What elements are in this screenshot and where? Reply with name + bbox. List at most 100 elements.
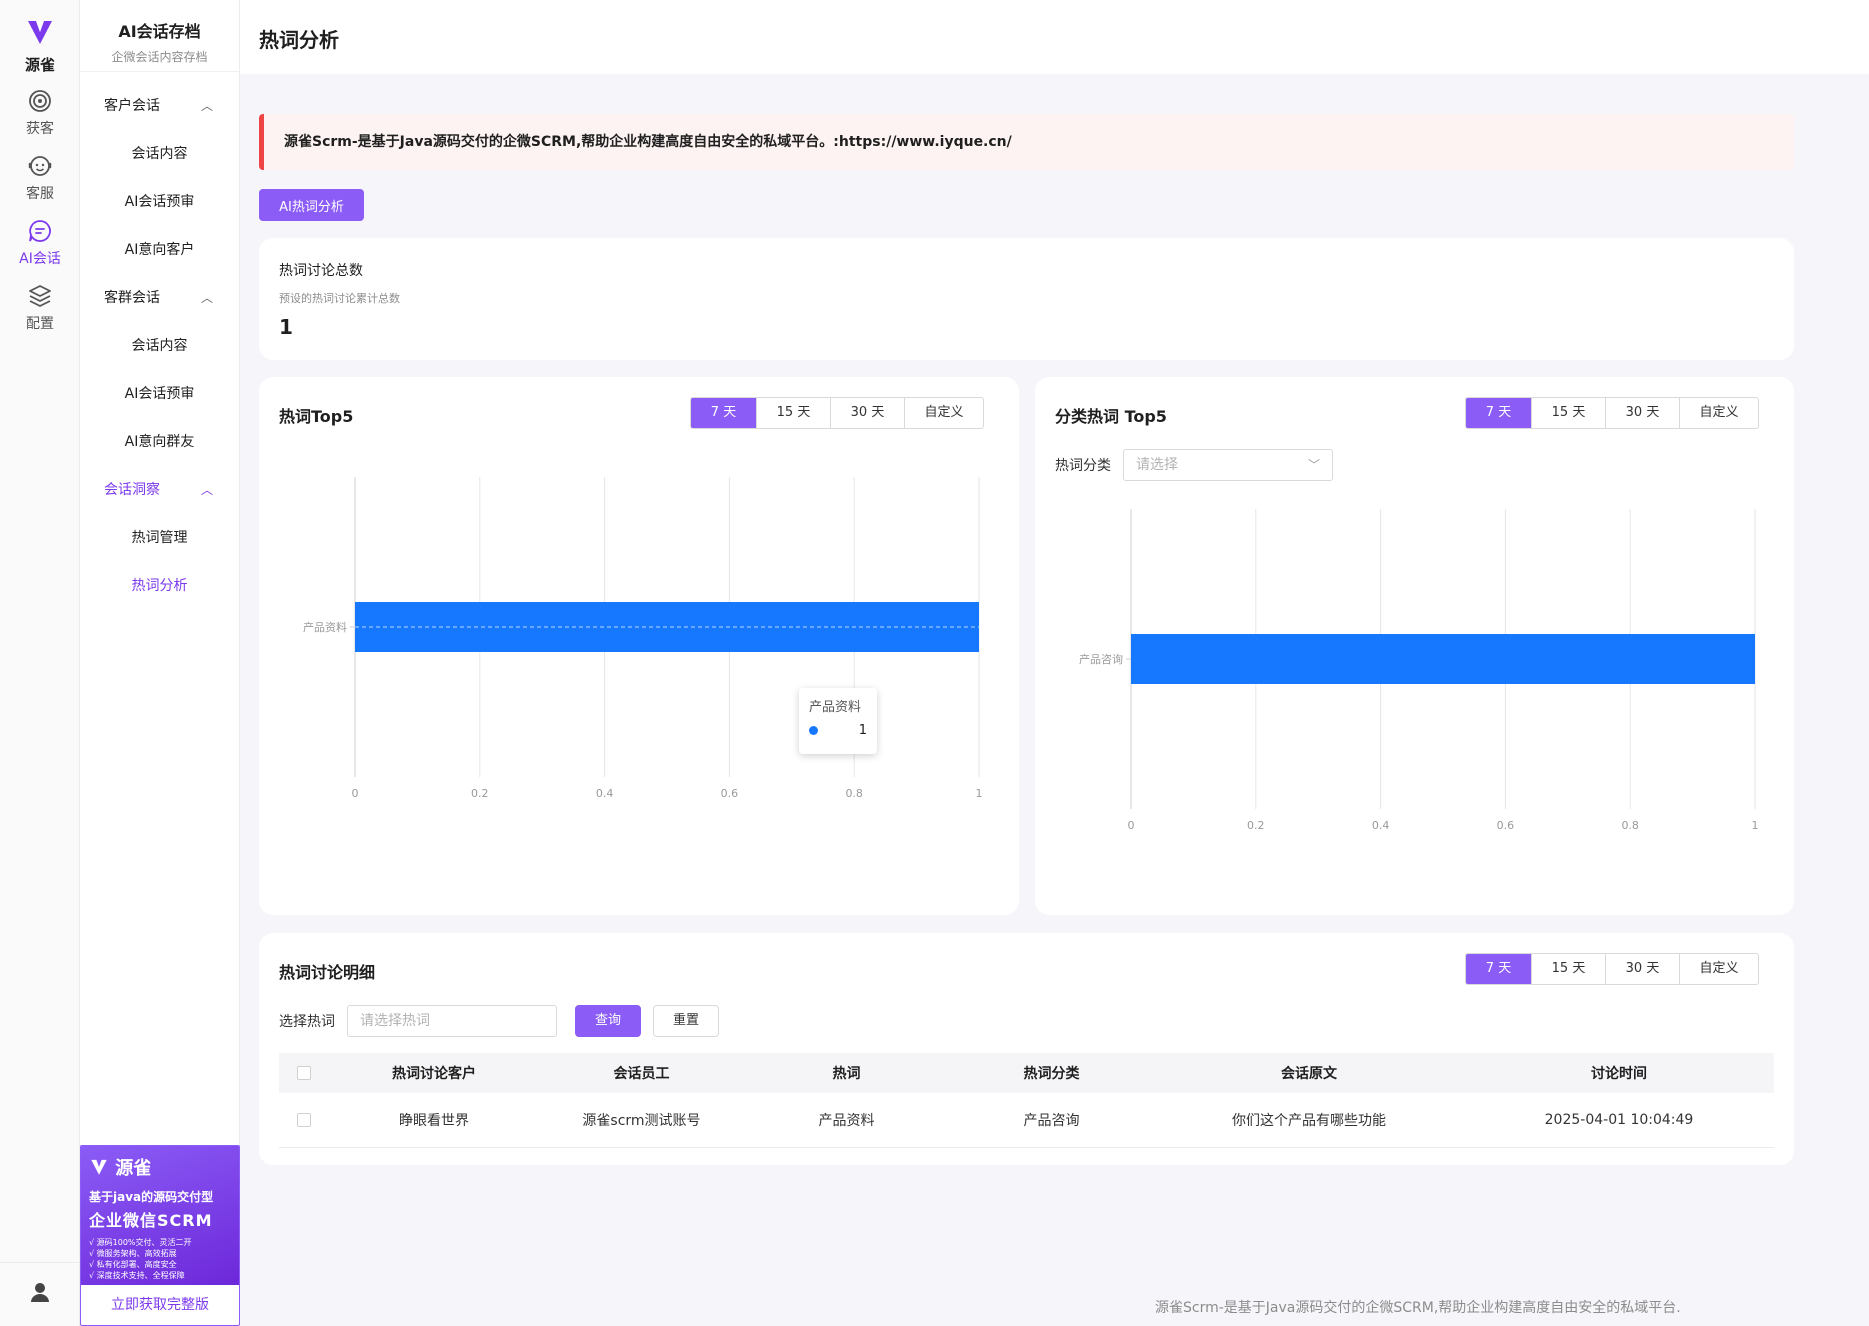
range-30d[interactable]: 30 天 bbox=[831, 398, 905, 428]
rail-item-ai-chat[interactable]: AI会话 bbox=[0, 218, 80, 268]
rail-item-label: 获客 bbox=[26, 121, 54, 137]
x-tick-label: 0.6 bbox=[1497, 819, 1515, 832]
x-tick-label: 0.2 bbox=[471, 787, 489, 800]
x-tick-label: 0.8 bbox=[845, 787, 863, 800]
promo-banner[interactable]: 源雀 基于java的源码交付型 企业微信SCRM √ 源码100%交付、灵活二开… bbox=[80, 1145, 240, 1326]
rail-item-label: 客服 bbox=[26, 186, 54, 202]
rail-item-acquire[interactable]: 获客 bbox=[0, 88, 80, 138]
x-tick-label: 0.4 bbox=[1372, 819, 1390, 832]
target-icon bbox=[29, 90, 51, 112]
ai-hotword-analysis-button[interactable]: AI热词分析 bbox=[259, 189, 364, 221]
menu-item-group-ai-review[interactable]: AI会话预审 bbox=[80, 370, 239, 418]
category-range-selector: 7 天 15 天 30 天 自定义 bbox=[1465, 397, 1759, 429]
menu-group-insight[interactable]: 会话洞察 ︿ bbox=[80, 466, 239, 514]
hotword-detail-card: 热词讨论明细 7 天 15 天 30 天 自定义 选择热词 查询 重置 热词讨论… bbox=[259, 933, 1794, 1165]
tooltip-row: 1 bbox=[809, 723, 867, 739]
category-top5-card: 分类热词 Top5 7 天 15 天 30 天 自定义 热词分类 请选择 ﹀ 0… bbox=[1035, 377, 1794, 915]
menu-group-label: 客户会话 bbox=[104, 98, 160, 114]
table-cell: 睁眼看世界 bbox=[329, 1093, 539, 1148]
range-7d[interactable]: 7 天 bbox=[1466, 954, 1532, 984]
x-tick-label: 0.2 bbox=[1247, 819, 1265, 832]
x-tick-label: 0 bbox=[352, 787, 359, 800]
top-bar: 热词分析 bbox=[240, 0, 1869, 74]
user-icon bbox=[31, 1283, 49, 1302]
promo-bullet: √ 微服务架构、高效拓展 bbox=[89, 1249, 177, 1258]
page-title: 热词分析 bbox=[259, 28, 339, 52]
promo-bullets: √ 源码100%交付、灵活二开 √ 微服务架构、高效拓展 √ 私有化部署、高度安… bbox=[89, 1237, 231, 1281]
range-15d[interactable]: 15 天 bbox=[1532, 954, 1606, 984]
menu-group-label: 客群会话 bbox=[104, 290, 160, 306]
menu-title: AI会话存档 bbox=[118, 22, 201, 41]
menu-item-ai-intent-member[interactable]: AI意向群友 bbox=[80, 418, 239, 466]
range-15d[interactable]: 15 天 bbox=[1532, 398, 1606, 428]
hotword-top5-card: 热词Top5 7 天 15 天 30 天 自定义 0 0.2 0.4 0.6 0.8 1 产… bbox=[259, 377, 1019, 915]
range-custom[interactable]: 自定义 bbox=[1680, 398, 1758, 428]
x-tick-label: 0 bbox=[1128, 819, 1135, 832]
top5-range-selector: 7 天 15 天 30 天 自定义 bbox=[690, 397, 984, 429]
footer-text: 源雀Scrm-是基于Java源码交付的企微SCRM,帮助企业构建高度自由安全的私… bbox=[1155, 1300, 1681, 1316]
user-menu[interactable] bbox=[0, 1262, 80, 1326]
promo-line1: 基于java的源码交付型 bbox=[89, 1190, 214, 1204]
summary-card: 热词讨论总数 预设的热词讨论累计总数 1 bbox=[259, 238, 1794, 360]
menu-item-customer-chat-content[interactable]: 会话内容 bbox=[80, 130, 239, 178]
range-7d[interactable]: 7 天 bbox=[691, 398, 757, 428]
category-select-placeholder: 请选择 bbox=[1136, 457, 1178, 473]
promo-brand-text: 源雀 bbox=[115, 1158, 152, 1179]
column-header: 会话员工 bbox=[539, 1053, 744, 1093]
detail-range-selector: 7 天 15 天 30 天 自定义 bbox=[1465, 953, 1759, 985]
top5-title: 热词Top5 bbox=[279, 407, 354, 426]
menu-group-group-chat[interactable]: 客群会话 ︿ bbox=[80, 274, 239, 322]
y-category-label: 产品咨询 bbox=[1079, 652, 1123, 666]
promo-body: 源雀 基于java的源码交付型 企业微信SCRM √ 源码100%交付、灵活二开… bbox=[81, 1146, 239, 1285]
hotword-detail-table: 热词讨论客户 会话员工 热词 热词分类 会话原文 讨论时间 睁眼看世界 源雀sc… bbox=[279, 1053, 1774, 1148]
menu-group-customer-chat[interactable]: 客户会话 ︿ bbox=[80, 82, 239, 130]
table-header-row: 热词讨论客户 会话员工 热词 热词分类 会话原文 讨论时间 bbox=[279, 1053, 1774, 1093]
chevron-up-icon: ︿ bbox=[200, 99, 213, 113]
row-checkbox[interactable] bbox=[297, 1112, 311, 1127]
category-select[interactable]: 请选择 ﹀ bbox=[1123, 449, 1333, 481]
menu-item-hotword-manage[interactable]: 热词管理 bbox=[80, 514, 239, 562]
rail-item-service[interactable]: 客服 bbox=[0, 153, 80, 203]
promo-bullet: √ 深度技术支持、全程保障 bbox=[89, 1271, 185, 1280]
range-15d[interactable]: 15 天 bbox=[757, 398, 831, 428]
x-tick-label: 0.6 bbox=[721, 787, 739, 800]
column-header: 热词 bbox=[744, 1053, 949, 1093]
rail-item-label: 配置 bbox=[26, 316, 54, 332]
promo-brand: 源雀 bbox=[89, 1154, 231, 1180]
select-all-checkbox[interactable] bbox=[297, 1066, 311, 1080]
range-custom[interactable]: 自定义 bbox=[905, 398, 983, 428]
query-button[interactable]: 查询 bbox=[575, 1005, 641, 1037]
reset-button[interactable]: 重置 bbox=[653, 1005, 719, 1037]
table-cell: 源雀scrm测试账号 bbox=[539, 1093, 744, 1148]
range-30d[interactable]: 30 天 bbox=[1606, 954, 1680, 984]
hotword-search-label: 选择热词 bbox=[279, 1014, 335, 1030]
x-tick-label: 1 bbox=[976, 787, 983, 800]
column-header: 讨论时间 bbox=[1464, 1053, 1774, 1093]
menu-item-ai-intent-customer[interactable]: AI意向客户 bbox=[80, 226, 239, 274]
summary-subtitle: 预设的热词讨论累计总数 bbox=[279, 292, 400, 305]
range-30d[interactable]: 30 天 bbox=[1606, 398, 1680, 428]
y-category-label: 产品资料 bbox=[303, 620, 347, 634]
promo-cta-link[interactable]: 立即获取完整版 bbox=[81, 1285, 239, 1325]
select-all-cell bbox=[279, 1053, 329, 1093]
menu-header: AI会话存档 企微会话内容存档 bbox=[80, 0, 239, 72]
brand-logo[interactable]: 源雀 bbox=[0, 18, 80, 75]
table-cell: 产品咨询 bbox=[949, 1093, 1154, 1148]
chevron-up-icon: ︿ bbox=[200, 483, 213, 497]
range-custom[interactable]: 自定义 bbox=[1680, 954, 1758, 984]
range-7d[interactable]: 7 天 bbox=[1466, 398, 1532, 428]
hotword-search-input[interactable] bbox=[347, 1005, 557, 1037]
row-select-cell bbox=[279, 1093, 329, 1148]
table-cell: 产品资料 bbox=[744, 1093, 949, 1148]
column-header: 热词分类 bbox=[949, 1053, 1154, 1093]
promo-bullet: √ 私有化部署、高度安全 bbox=[89, 1260, 177, 1269]
menu-item-customer-ai-review[interactable]: AI会话预审 bbox=[80, 178, 239, 226]
menu-group-label: 会话洞察 bbox=[104, 482, 160, 498]
menu-item-group-chat-content[interactable]: 会话内容 bbox=[80, 322, 239, 370]
secondary-menu: AI会话存档 企微会话内容存档 客户会话 ︿ 会话内容 AI会话预审 AI意向客… bbox=[80, 0, 240, 1326]
brand-logo-icon bbox=[91, 1159, 107, 1175]
rail-item-label: AI会话 bbox=[19, 251, 61, 267]
rail-item-config[interactable]: 配置 bbox=[0, 283, 80, 333]
menu-item-hotword-analysis[interactable]: 热词分析 bbox=[80, 562, 239, 610]
column-header: 会话原文 bbox=[1154, 1053, 1464, 1093]
